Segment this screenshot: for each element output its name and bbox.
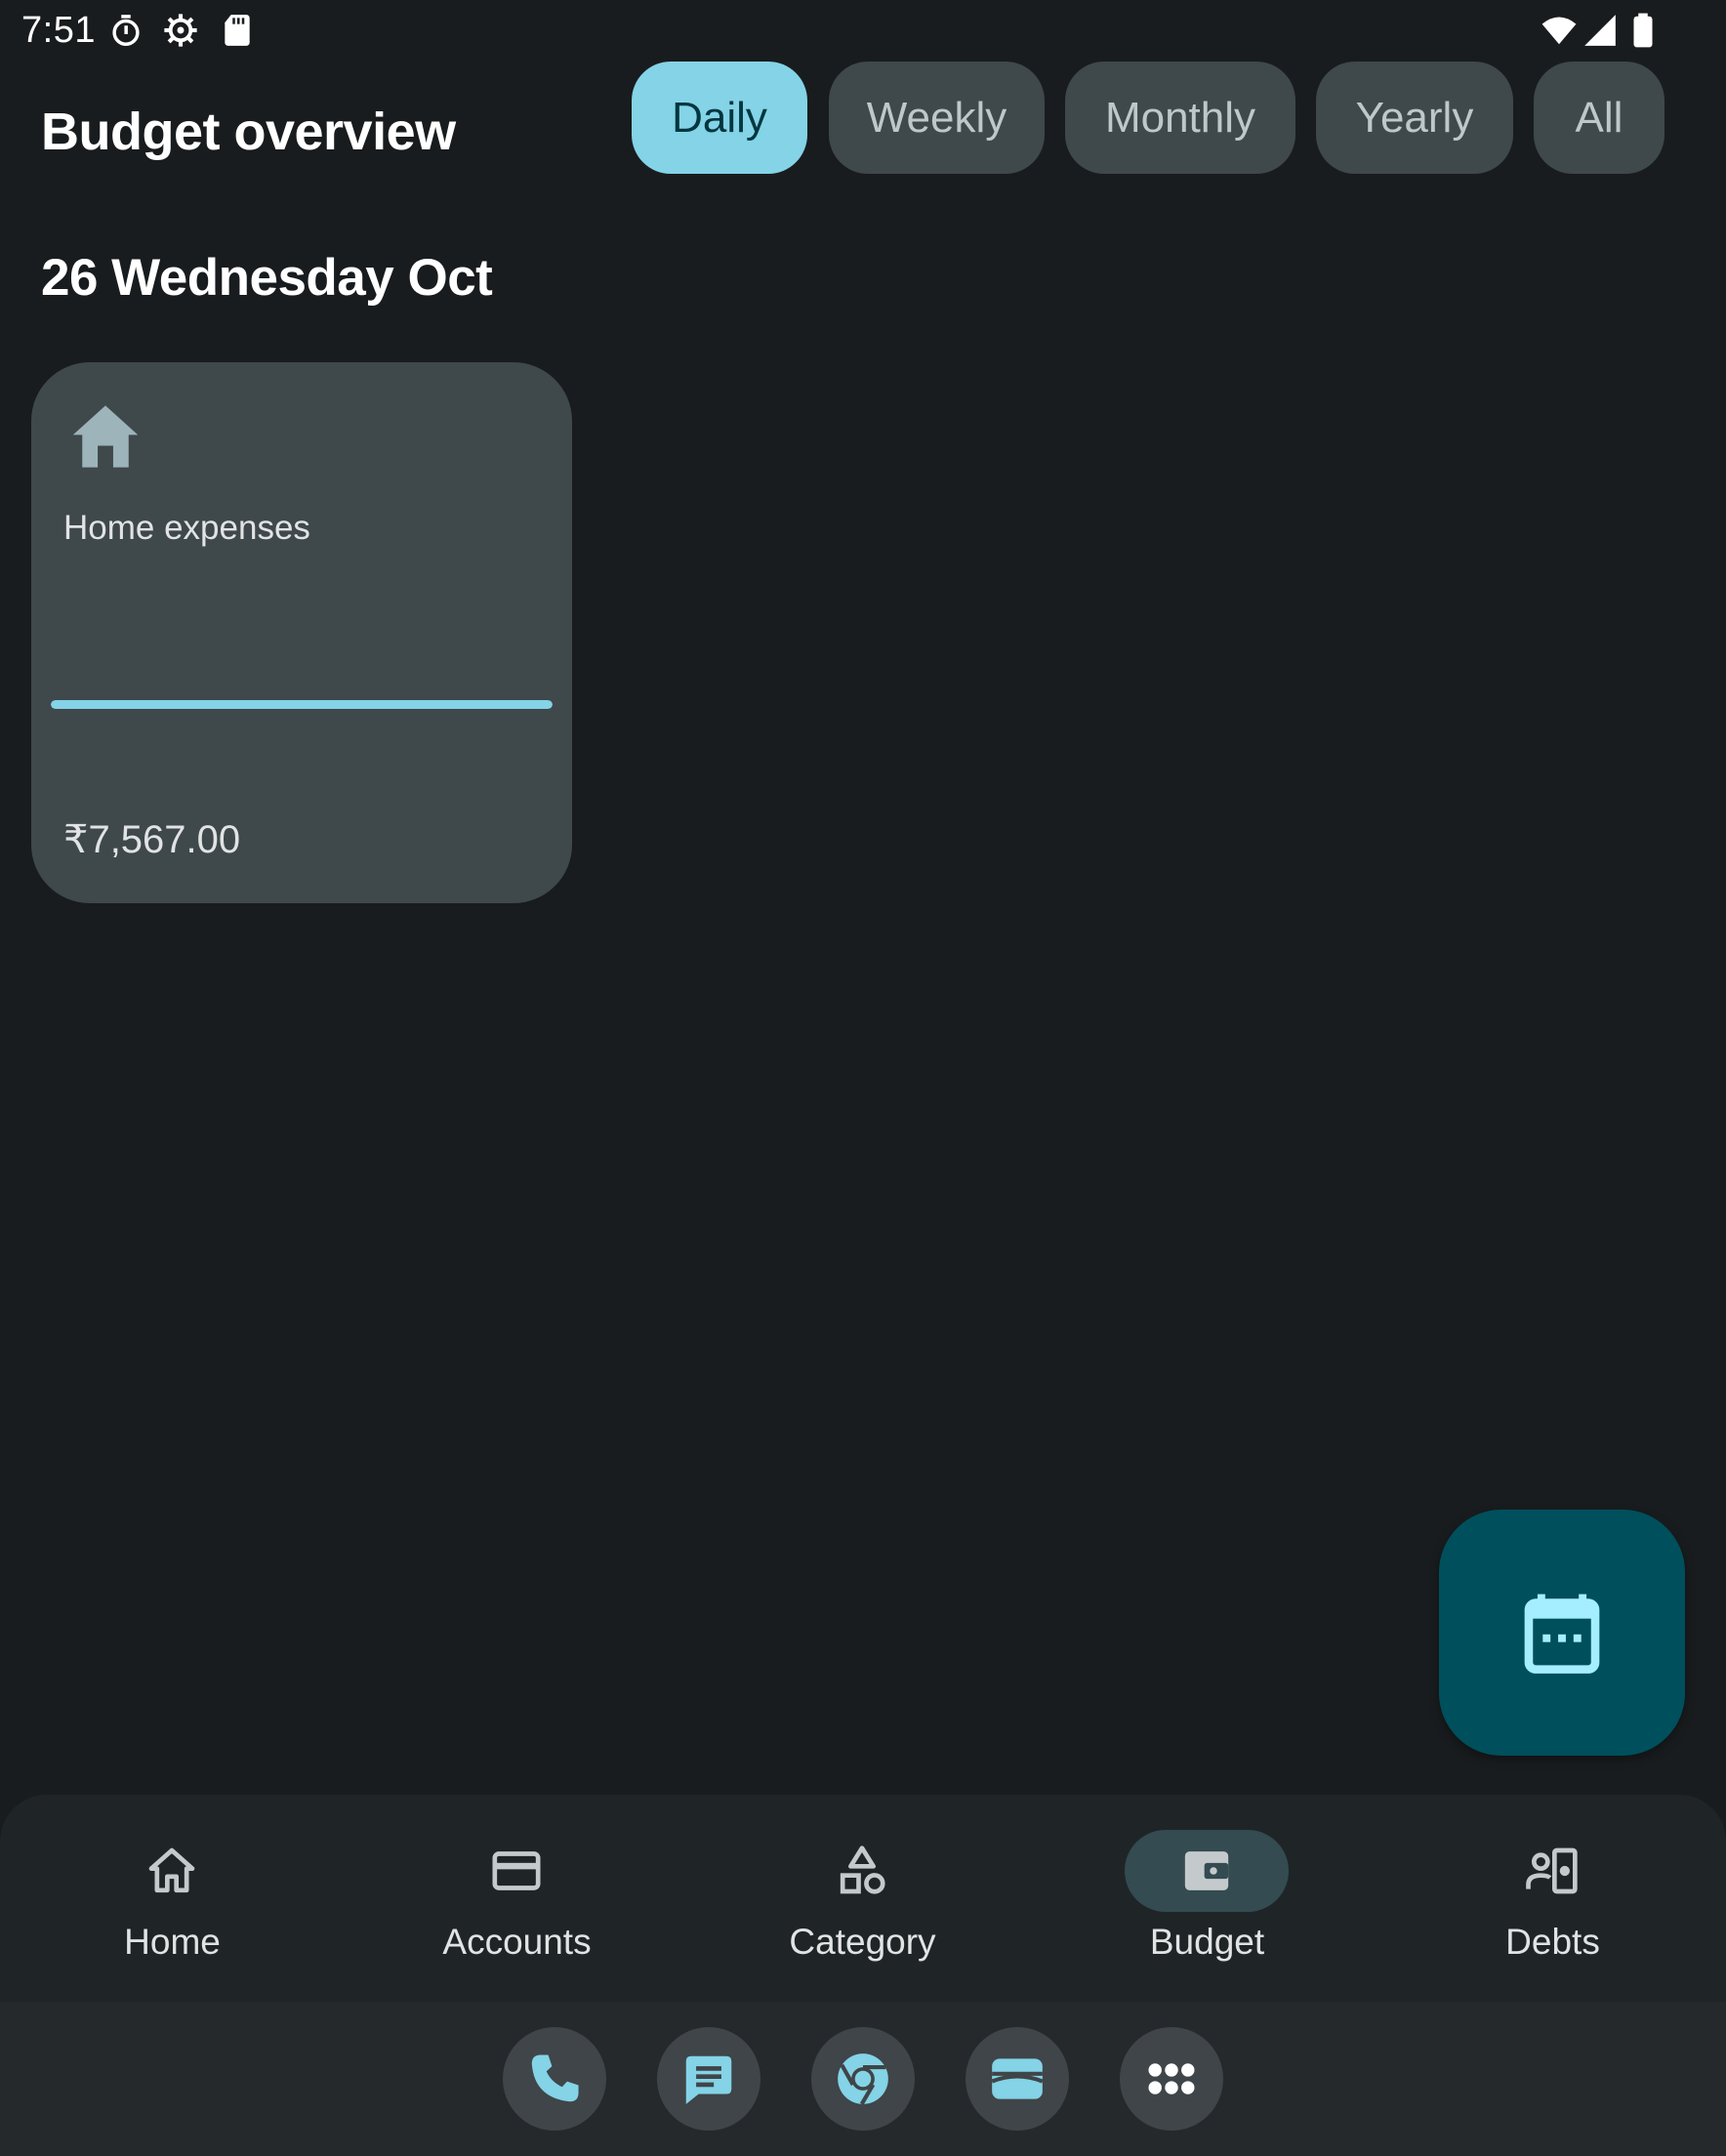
filter-chip-label: Weekly <box>866 93 1007 142</box>
nav-item-debts[interactable]: Debts <box>1380 1795 1725 2002</box>
debts-icon <box>1526 1847 1578 1894</box>
budget-progress-bar <box>51 700 553 709</box>
budget-card[interactable]: Home expenses ₹7,567.00 <box>31 362 572 903</box>
app-drawer-icon <box>1148 2063 1195 2094</box>
filter-chip-label: Yearly <box>1355 93 1474 142</box>
nav-label: Category <box>789 1922 936 1962</box>
filter-chip-all[interactable]: All <box>1534 62 1664 174</box>
nav-item-category[interactable]: Category <box>690 1795 1035 2002</box>
nav-icon-container <box>90 1830 254 1912</box>
filter-chip-monthly[interactable]: Monthly <box>1065 62 1295 174</box>
settings-gear-icon <box>162 12 199 49</box>
home-outline-icon <box>148 1847 195 1893</box>
budget-amount: ₹7,567.00 <box>63 818 241 861</box>
nav-item-home[interactable]: Home <box>0 1795 345 2002</box>
wallet-app-button[interactable] <box>966 2027 1069 2131</box>
shapes-icon <box>840 1845 885 1894</box>
sd-card-icon <box>219 12 256 49</box>
nav-label: Budget <box>1149 1922 1265 1962</box>
nav-icon-container <box>1125 1830 1289 1912</box>
nav-item-budget[interactable]: Budget <box>1035 1795 1379 2002</box>
app-drawer-button[interactable] <box>1120 2027 1223 2131</box>
page-title: Budget overview <box>41 103 456 161</box>
chrome-app-button[interactable] <box>811 2027 915 2131</box>
status-time: 7:51 <box>21 10 96 51</box>
status-bar: 7:51 <box>0 0 1726 62</box>
filter-chip-weekly[interactable]: Weekly <box>829 62 1045 174</box>
nav-icon-container <box>1470 1830 1634 1912</box>
credit-card-icon <box>492 1851 541 1890</box>
wifi-icon <box>1541 12 1578 49</box>
date-picker-fab[interactable] <box>1439 1510 1685 1756</box>
nav-icon-container <box>434 1830 598 1912</box>
house-icon <box>68 399 143 474</box>
wallet-app-icon <box>991 2058 1044 2099</box>
budget-progress-fill <box>51 700 553 709</box>
system-dock <box>0 2002 1726 2156</box>
nav-label: Home <box>124 1922 221 1962</box>
budget-overview-screen: 7:51 Budget overview Daily Weekly Monthl… <box>0 0 1726 2156</box>
filter-chip-label: Monthly <box>1104 93 1256 142</box>
phone-app-button[interactable] <box>503 2027 606 2131</box>
date-heading: 26 Wednesday Oct <box>41 249 493 307</box>
bottom-navigation: Home Accounts Category Budget Debts <box>0 1795 1726 2002</box>
battery-icon <box>1624 12 1662 49</box>
filter-chip-yearly[interactable]: Yearly <box>1316 62 1513 174</box>
cell-signal-icon <box>1582 12 1619 49</box>
chrome-icon <box>838 2053 888 2105</box>
wallet-icon <box>1184 1851 1229 1890</box>
messages-app-button[interactable] <box>657 2027 760 2131</box>
nav-label: Debts <box>1505 1922 1600 1962</box>
calendar-icon <box>1524 1594 1600 1674</box>
filter-chip-label: All <box>1575 93 1623 142</box>
messages-icon <box>685 2055 732 2104</box>
nav-label: Accounts <box>442 1922 592 1962</box>
filter-chip-label: Daily <box>672 93 767 142</box>
phone-icon <box>531 2054 579 2102</box>
nav-item-accounts[interactable]: Accounts <box>345 1795 689 2002</box>
timer-icon <box>107 12 144 49</box>
nav-icon-container <box>780 1830 944 1912</box>
filter-chip-daily[interactable]: Daily <box>632 62 807 174</box>
budget-name: Home expenses <box>63 509 310 547</box>
